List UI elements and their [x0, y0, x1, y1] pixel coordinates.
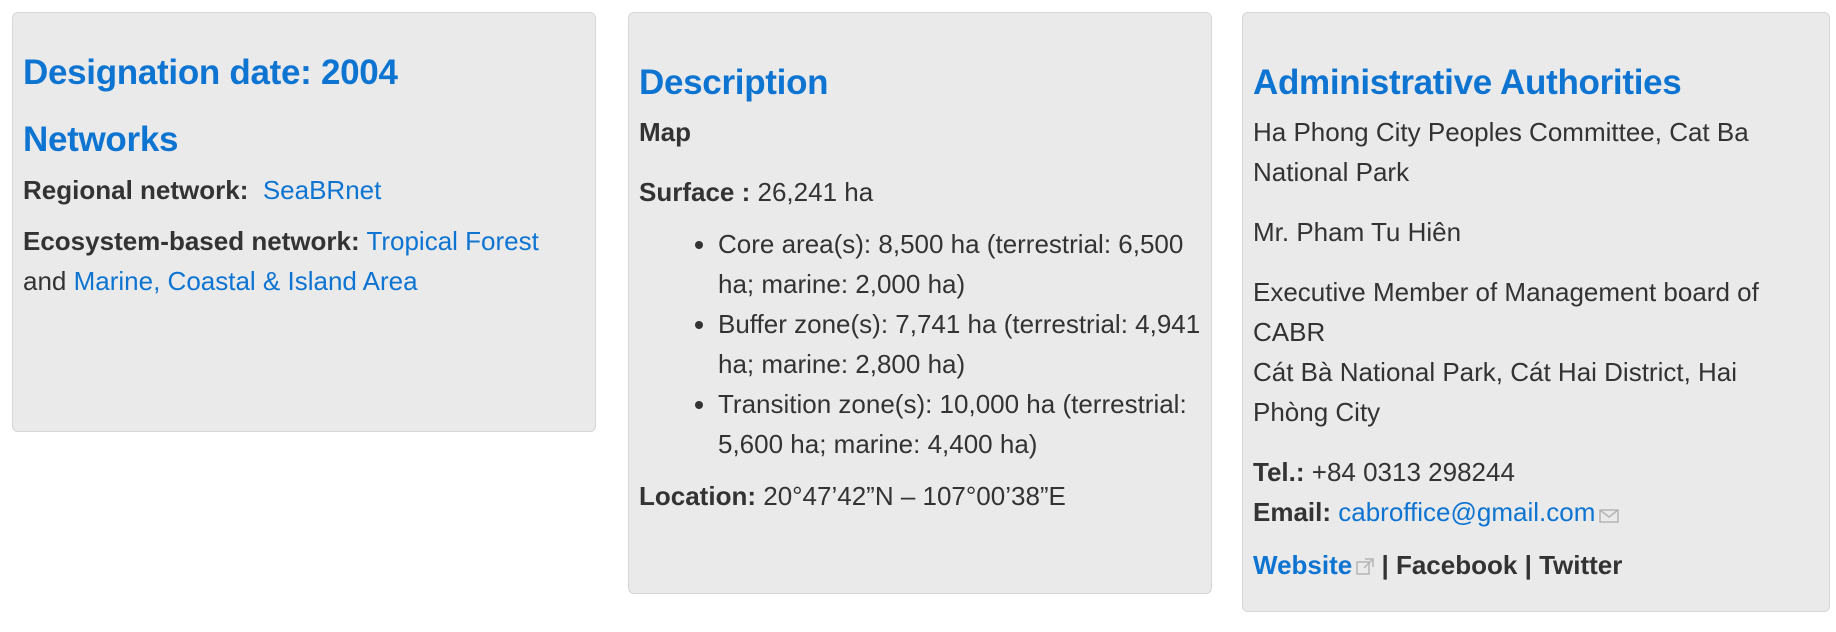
facebook-link[interactable]: Facebook — [1396, 550, 1517, 580]
regional-network-label: Regional network: — [23, 175, 249, 205]
description-panel: Description Map Surface : 26,241 ha Core… — [628, 12, 1212, 594]
map-label: Map — [639, 117, 691, 147]
administrative-authorities-panel: Administrative Authorities Ha Phong City… — [1242, 12, 1830, 612]
twitter-link[interactable]: Twitter — [1539, 550, 1622, 580]
authority-text: Ha Phong City Peoples Committee, Cat Ba … — [1253, 117, 1749, 187]
tropical-forest-link[interactable]: Tropical Forest — [366, 226, 538, 256]
designation-networks-panel: Designation date: 2004 Networks Regional… — [12, 12, 596, 432]
description-heading: Description — [639, 63, 829, 102]
ecosystem-network-row: Ecosystem-based network: Tropical Forest… — [23, 221, 585, 301]
zones-list: Core area(s): 8,500 ha (terrestrial: 6,5… — [639, 224, 1201, 464]
surface-label: Surface : — [639, 177, 751, 207]
tel-row: Tel.: +84 0313 298244 — [1253, 452, 1819, 492]
administrative-authorities-heading: Administrative Authorities — [1253, 63, 1682, 102]
list-item-buffer-zone: Buffer zone(s): 7,741 ha (terrestrial: 4… — [718, 304, 1201, 384]
website-link[interactable]: Website — [1253, 550, 1352, 580]
location-row: Location: 20°47’42”N – 107°00’38”E — [639, 476, 1201, 516]
list-item-core-area: Core area(s): 8,500 ha (terrestrial: 6,5… — [718, 224, 1201, 304]
seabrnet-link[interactable]: SeaBRnet — [263, 175, 382, 205]
separator-1: | — [1381, 550, 1389, 581]
email-label: Email: — [1253, 497, 1332, 527]
and-text: and — [23, 266, 67, 296]
designation-date-heading: Designation date: 2004 — [23, 53, 398, 92]
surface-row: Surface : 26,241 ha — [639, 172, 1201, 212]
regional-network-row: Regional network: SeaBRnet — [23, 170, 585, 210]
role-text: Executive Member of Management board of … — [1253, 277, 1759, 347]
tel-label: Tel.: — [1253, 457, 1305, 487]
location-value: 20°47’42”N – 107°00’38”E — [763, 481, 1066, 511]
location-label: Location: — [639, 481, 756, 511]
marine-coastal-island-link[interactable]: Marine, Coastal & Island Area — [74, 266, 418, 296]
email-row: Email: cabroffice@gmail.com — [1253, 492, 1819, 534]
email-link[interactable]: cabroffice@gmail.com — [1338, 497, 1595, 527]
surface-value: 26,241 ha — [757, 177, 874, 207]
tel-value: +84 0313 298244 — [1311, 457, 1515, 487]
social-links-row: Website | Facebook | Twitter — [1253, 545, 1819, 587]
envelope-icon — [1599, 494, 1620, 534]
ecosystem-network-label: Ecosystem-based network: — [23, 226, 360, 256]
separator-2: | — [1524, 550, 1532, 581]
list-item-transition-zone: Transition zone(s): 10,000 ha (terrestri… — [718, 384, 1201, 464]
external-link-icon — [1356, 547, 1374, 587]
address-text: Cát Bà National Park, Cát Hai District, … — [1253, 357, 1738, 427]
contact-name: Mr. Pham Tu Hiên — [1253, 217, 1462, 247]
networks-heading: Networks — [23, 120, 179, 159]
